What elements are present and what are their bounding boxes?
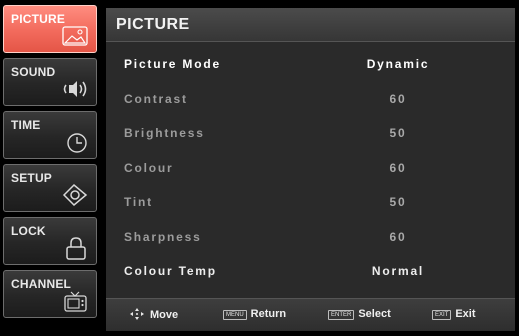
clock-icon <box>67 133 87 153</box>
sidebar-item-channel[interactable]: CHANNEL <box>3 270 97 318</box>
speaker-icon <box>63 81 87 97</box>
page-title: PICTURE <box>116 16 190 33</box>
picture-icon <box>62 26 88 46</box>
padlock-icon <box>66 237 86 260</box>
sidebar-item-lock[interactable]: LOCK <box>3 217 97 265</box>
help-move-label: Move <box>150 309 179 321</box>
setting-label: Brightness <box>124 126 205 140</box>
eye-icon <box>62 183 88 207</box>
setting-label: Sharpness <box>124 229 202 244</box>
help-select: ENTER Select <box>328 308 391 320</box>
setting-label: Colour <box>124 160 174 175</box>
setting-label: Contrast <box>124 91 188 106</box>
setting-value: 60 <box>389 91 407 106</box>
setting-row-colour[interactable]: Colour 60 <box>106 156 515 191</box>
exit-key-icon: EXIT <box>432 310 452 320</box>
sidebar-item-label: PICTURE <box>11 12 66 26</box>
setting-label: Tint <box>124 195 153 209</box>
help-select-label: Select <box>358 308 391 320</box>
setting-row-colour-temp[interactable]: Colour Temp Normal <box>106 259 515 294</box>
sidebar-item-time[interactable]: TIME <box>3 111 97 159</box>
setting-row-contrast[interactable]: Contrast 60 <box>106 87 515 122</box>
move-arrows-icon <box>130 308 144 320</box>
menu-key-icon: MENU <box>223 310 247 320</box>
help-exit-label: Exit <box>455 308 476 320</box>
panel-title-bar: PICTURE <box>106 8 515 42</box>
help-return-label: Return <box>250 308 287 320</box>
setting-row-brightness[interactable]: Brightness 50 <box>106 121 515 156</box>
sidebar-item-label: TIME <box>11 118 41 132</box>
setting-row-sharpness[interactable]: Sharpness 60 <box>106 225 515 260</box>
help-move: Move <box>130 308 178 321</box>
sidebar-item-label: SOUND <box>11 65 56 79</box>
setting-row-picture-mode[interactable]: Picture Mode Dynamic <box>106 52 515 87</box>
sidebar-item-sound[interactable]: SOUND <box>3 58 97 106</box>
enter-key-icon: ENTER <box>328 310 355 320</box>
sidebar-item-picture[interactable]: PICTURE <box>3 5 97 53</box>
sidebar-item-label: LOCK <box>11 224 46 238</box>
sidebar-item-setup[interactable]: SETUP <box>3 164 97 212</box>
help-exit: EXIT Exit <box>432 308 476 320</box>
tv-osd-menu: PICTURE SOUND TIME SETUP LOCK CHANNEL PI… <box>0 0 519 336</box>
setting-value: 50 <box>389 126 407 140</box>
settings-list: Picture Mode Dynamic Contrast 60 Brightn… <box>106 52 515 294</box>
setting-value: 60 <box>389 160 407 175</box>
setting-value: 60 <box>389 229 407 244</box>
setting-value: Dynamic <box>366 57 430 71</box>
setting-label: Colour Temp <box>124 264 217 278</box>
setting-label: Picture Mode <box>124 57 221 71</box>
tv-icon <box>64 291 87 312</box>
sidebar: PICTURE SOUND TIME SETUP LOCK CHANNEL <box>3 5 101 323</box>
setting-value: Normal <box>371 264 425 278</box>
help-bar: Move MENU Return ENTER Select EXIT Exit <box>106 298 515 331</box>
setting-row-tint[interactable]: Tint 50 <box>106 190 515 225</box>
picture-settings-panel: PICTURE Picture Mode Dynamic Contrast 60… <box>106 8 515 331</box>
sidebar-item-label: SETUP <box>11 171 53 185</box>
setting-value: 50 <box>389 195 407 209</box>
help-return: MENU Return <box>223 308 286 320</box>
